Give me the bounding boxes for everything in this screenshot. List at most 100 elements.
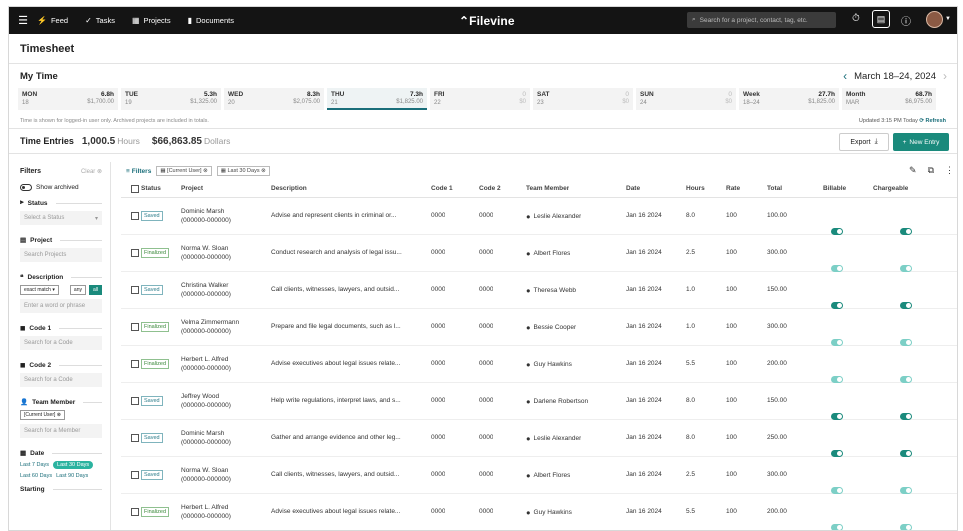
chargeable-toggle[interactable]	[900, 264, 912, 272]
billable-toggle[interactable]	[831, 412, 843, 420]
column-header-code-1[interactable]: Code 1	[431, 185, 453, 192]
table-row[interactable]: Finalized Velma Zimmermann (000000-000000…	[121, 309, 957, 346]
billable-toggle[interactable]	[831, 338, 843, 346]
team-member-search-input[interactable]: Search for a Member	[20, 424, 102, 438]
show-archived-toggle[interactable]: Show archived	[20, 184, 102, 191]
table-row[interactable]: Saved Dominic Marsh (000000-000000) Advis…	[121, 198, 957, 235]
billable-toggle[interactable]	[831, 523, 843, 530]
billable-toggle[interactable]	[831, 264, 843, 272]
day-card-fri[interactable]: FRI 22 0 $0	[430, 88, 530, 110]
new-entry-button[interactable]: + New Entry	[893, 133, 949, 151]
row-checkbox[interactable]	[131, 212, 139, 220]
chargeable-toggle[interactable]	[900, 338, 912, 346]
description-cell[interactable]: Help write regulations, interpret laws, …	[271, 397, 421, 404]
filter-tag-date[interactable]: ▦ Last 30 Days ⊗	[216, 166, 270, 176]
current-user-chip[interactable]: [Current User] ⊗	[20, 410, 65, 420]
billable-toggle[interactable]	[831, 227, 843, 235]
project-cell[interactable]: Velma Zimmermann (000000-000000)	[181, 319, 239, 336]
row-checkbox[interactable]	[131, 434, 139, 442]
description-cell[interactable]: Call clients, witnesses, lawyers, and ou…	[271, 286, 421, 293]
export-button[interactable]: Export ⤓	[839, 133, 889, 151]
messages-icon[interactable]: ▤	[872, 10, 890, 28]
code2-search-input[interactable]: Search for a Code	[20, 373, 102, 387]
project-cell[interactable]: Dominic Marsh (000000-000000)	[181, 430, 231, 447]
description-cell[interactable]: Advise executives about legal issues rel…	[271, 508, 421, 515]
table-row[interactable]: Saved Christina Walker (000000-000000) Ca…	[121, 272, 957, 309]
project-section[interactable]: ▤ Project	[20, 236, 102, 245]
last-7-days[interactable]: Last 7 Days	[20, 462, 49, 468]
billable-toggle[interactable]	[831, 486, 843, 494]
billable-toggle[interactable]	[831, 301, 843, 309]
row-checkbox[interactable]	[131, 397, 139, 405]
column-header-team-member[interactable]: Team Member	[526, 185, 569, 192]
description-cell[interactable]: Gather and arrange evidence and other le…	[271, 434, 421, 441]
row-checkbox[interactable]	[131, 471, 139, 479]
clear-filters-button[interactable]: Clear ⊗	[81, 168, 102, 175]
row-checkbox[interactable]	[131, 508, 139, 516]
day-card-wed[interactable]: WED 20 8.3h $2,075.00	[224, 88, 324, 110]
description-cell[interactable]: Advise and represent clients in criminal…	[271, 212, 421, 219]
day-card-mon[interactable]: MON 18 6.8h $1,700.00	[18, 88, 118, 110]
nav-item-documents[interactable]: ▮ Documents	[188, 16, 234, 25]
filters-toggle[interactable]: ≡ Filters	[126, 168, 151, 175]
row-checkbox[interactable]	[131, 323, 139, 331]
nav-item-projects[interactable]: ▦ Projects	[132, 16, 171, 25]
global-search-input[interactable]: ⌕ Search for a project, contact, tag, et…	[687, 12, 836, 28]
description-cell[interactable]: Prepare and file legal documents, such a…	[271, 323, 421, 330]
project-cell[interactable]: Jeffrey Wood (000000-000000)	[181, 393, 231, 410]
table-row[interactable]: Saved Dominic Marsh (000000-000000) Gathe…	[121, 420, 957, 457]
day-card-sun[interactable]: SUN 24 0 $0	[636, 88, 736, 110]
project-cell[interactable]: Herbert L. Alfred (000000-000000)	[181, 356, 231, 373]
day-card-week[interactable]: Week 18–24 27.7h $1,825.00	[739, 88, 839, 110]
day-card-thu[interactable]: THU 21 7.3h $1,825.00	[327, 88, 427, 110]
team-member-section[interactable]: 👤 Team Member	[20, 398, 102, 407]
table-row[interactable]: Saved Norma W. Sloan (000000-000000) Call…	[121, 457, 957, 494]
column-header-chargeable[interactable]: Chargeable	[873, 185, 908, 192]
chargeable-toggle[interactable]	[900, 301, 912, 309]
description-section[interactable]: ❝ Description	[20, 273, 102, 282]
filevine-logo[interactable]: ⌃Filevine	[459, 14, 515, 28]
status-select[interactable]: Select a Status ▾	[20, 211, 102, 225]
help-icon[interactable]: ⓘ	[901, 13, 911, 28]
chargeable-toggle[interactable]	[900, 449, 912, 457]
chargeable-toggle[interactable]	[900, 486, 912, 494]
day-card-sat[interactable]: SAT 23 0 $0	[533, 88, 633, 110]
table-row[interactable]: Finalized Herbert L. Alfred (000000-00000…	[121, 494, 957, 530]
column-header-hours[interactable]: Hours	[686, 185, 705, 192]
date-section[interactable]: ▦ Date	[20, 449, 102, 458]
column-header-description[interactable]: Description	[271, 185, 307, 192]
billable-toggle[interactable]	[831, 449, 843, 457]
more-icon[interactable]: ⋮	[945, 165, 954, 176]
description-cell[interactable]: Conduct research and analysis of legal i…	[271, 249, 421, 256]
select-all-checkbox[interactable]	[131, 185, 139, 193]
column-header-date[interactable]: Date	[626, 185, 640, 192]
status-section[interactable]: ⫸ Status	[20, 199, 102, 207]
description-cell[interactable]: Advise executives about legal issues rel…	[271, 360, 421, 367]
row-checkbox[interactable]	[131, 360, 139, 368]
nav-item-tasks[interactable]: ✓ Tasks	[85, 16, 115, 25]
edit-icon[interactable]: ✎	[909, 165, 917, 176]
chevron-down-icon[interactable]: ▼	[945, 16, 951, 22]
timer-icon[interactable]: ⏱	[852, 13, 860, 24]
all-toggle[interactable]: all	[88, 285, 102, 295]
chargeable-toggle[interactable]	[900, 375, 912, 383]
billable-toggle[interactable]	[831, 375, 843, 383]
column-header-total[interactable]: Total	[767, 185, 782, 192]
table-row[interactable]: Finalized Norma W. Sloan (000000-000000) …	[121, 235, 957, 272]
copy-icon[interactable]: ⧉	[928, 165, 934, 176]
code2-section[interactable]: ◼ Code 2	[20, 361, 102, 370]
table-row[interactable]: Finalized Herbert L. Alfred (000000-00000…	[121, 346, 957, 383]
project-cell[interactable]: Christina Walker (000000-000000)	[181, 282, 231, 299]
project-cell[interactable]: Norma W. Sloan (000000-000000)	[181, 245, 231, 262]
nav-item-feed[interactable]: ⚡ Feed	[37, 16, 68, 25]
filter-tag-user[interactable]: ▦ [Current User] ⊗	[156, 166, 212, 176]
day-card-month[interactable]: Month MAR 68.7h $6,975.00	[842, 88, 936, 110]
match-select[interactable]: exact match ▾	[20, 285, 59, 295]
row-checkbox[interactable]	[131, 249, 139, 257]
row-checkbox[interactable]	[131, 286, 139, 294]
project-cell[interactable]: Herbert L. Alfred (000000-000000)	[181, 504, 231, 521]
chargeable-toggle[interactable]	[900, 523, 912, 530]
column-header-project[interactable]: Project	[181, 185, 203, 192]
refresh-button[interactable]: ⟳ Refresh	[919, 118, 946, 124]
chevron-left-icon[interactable]: ‹	[843, 69, 847, 83]
